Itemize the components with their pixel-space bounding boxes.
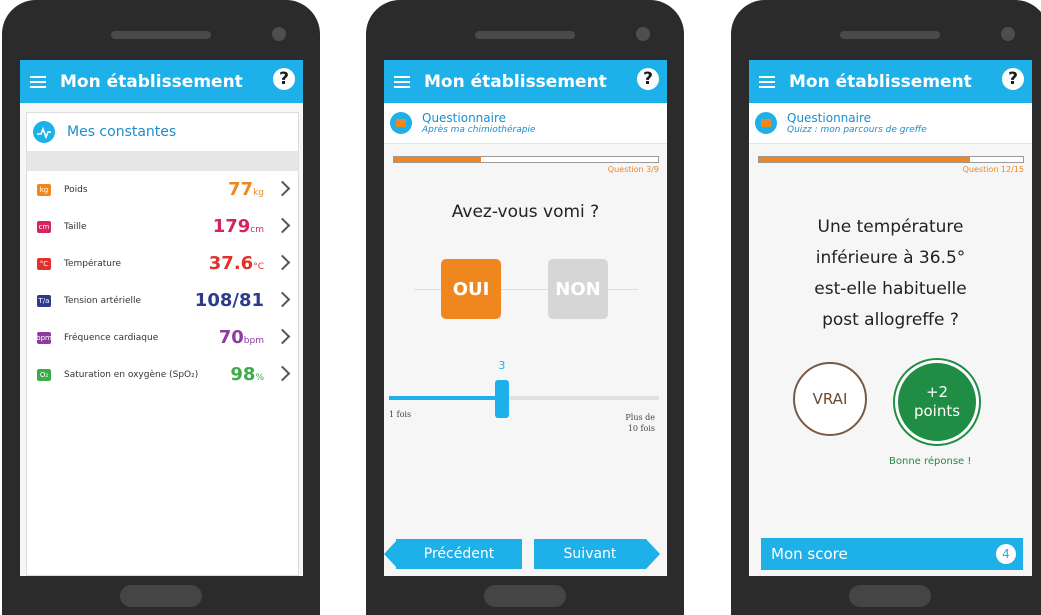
constante-row[interactable]: cm Taille 179cm [27,208,298,245]
constante-row[interactable]: °C Température 37.6°C [27,245,298,282]
app-title: Mon établissement [60,71,243,92]
home-button[interactable] [484,585,566,607]
measure-value: 70bpm [218,327,264,348]
menu-icon[interactable] [30,75,46,88]
feedback-text: Bonne réponse ! [889,456,972,467]
phone-1: Mon établissement ? Mes constantes kg Poi… [2,0,320,615]
phone-3: Mon établissement ? Questionnaire Quizz … [731,0,1041,615]
previous-button[interactable]: Précédent [396,539,522,569]
constante-row[interactable]: kg Poids 77kg [27,171,298,208]
progress-fill [759,157,971,162]
progress-fill [394,157,482,162]
quiz-header: Questionnaire Quizz : mon parcours de gr… [749,103,1032,144]
screen-constantes: Mon établissement ? Mes constantes kg Poi… [20,60,303,576]
measure-badge-icon: kg [37,183,51,196]
measure-badge-icon: O₂ [37,368,51,381]
home-button[interactable] [120,585,202,607]
yes-button[interactable]: OUI [441,259,501,319]
next-button[interactable]: Suivant [534,539,646,569]
house-icon [755,112,777,134]
menu-icon[interactable] [759,75,775,88]
slider-min-label: 1 fois [389,410,412,419]
no-button[interactable]: NON [548,259,608,319]
slider-value: 3 [498,359,506,372]
house-icon [390,112,412,134]
constante-row[interactable]: T/a Tension artérielle 108/81 [27,282,298,319]
app-bar: Mon établissement ? [749,60,1032,103]
quiz-subtitle: Quizz : mon parcours de greffe [787,124,927,135]
score-value: 4 [996,544,1016,564]
questionnaire-header: Questionnaire Après ma chimiothérapie [384,103,667,144]
measure-value: 108/81 [194,290,264,311]
chevron-right-icon[interactable] [274,328,291,345]
measure-value: 37.6°C [208,253,264,274]
section-title: Mes constantes [67,124,177,140]
question-counter: Question 3/9 [607,165,659,174]
chevron-right-icon[interactable] [274,217,291,234]
menu-icon[interactable] [394,75,410,88]
measure-badge-icon: T/a [37,294,51,307]
camera [272,27,286,41]
speaker [840,31,940,39]
app-title: Mon établissement [424,71,607,92]
measure-label: Fréquence cardiaque [64,332,159,343]
divider-band [27,151,298,171]
question-counter: Question 12/15 [962,165,1024,174]
app-bar: Mon établissement ? [384,60,667,103]
speaker [111,31,211,39]
measure-label: Poids [64,184,88,195]
slider-thumb[interactable] [495,380,510,418]
constante-row[interactable]: O₂ Saturation en oxygène (SpO₂) 98% [27,356,298,393]
screen-quiz: Mon établissement ? Questionnaire Quizz … [749,60,1032,576]
help-icon[interactable]: ? [273,68,295,90]
score-label: Mon score [771,545,848,563]
slider-max-label: Plus de 10 fois [625,413,655,433]
speaker [475,31,575,39]
screen-questionnaire: Mon établissement ? Questionnaire Après … [384,60,667,576]
constante-row[interactable]: bpm Fréquence cardiaque 70bpm [27,319,298,356]
question-text: Avez-vous vomi ? [451,202,600,222]
chevron-right-icon[interactable] [274,180,291,197]
help-icon[interactable]: ? [1002,68,1024,90]
measure-label: Température [64,258,122,269]
measure-badge-icon: bpm [36,331,52,344]
measure-value: 179cm [212,216,264,237]
camera [1001,27,1015,41]
app-bar: Mon établissement ? [20,60,303,103]
measure-badge-icon: °C [37,257,51,270]
score-bar[interactable]: Mon score 4 [761,538,1023,570]
true-button[interactable]: VRAI [793,362,867,436]
measure-label: Taille [64,221,87,232]
measure-value: 98% [230,364,264,385]
camera [636,27,650,41]
heartbeat-icon [33,121,55,143]
home-button[interactable] [849,585,931,607]
questionnaire-title: Questionnaire [422,110,507,125]
chevron-right-icon[interactable] [274,291,291,308]
measure-value: 77kg [228,179,264,200]
chevron-right-icon[interactable] [274,254,291,271]
app-title: Mon établissement [789,71,972,92]
help-icon[interactable]: ? [637,68,659,90]
measure-badge-icon: cm [37,220,51,233]
false-button-correct[interactable]: +2 points [895,360,979,444]
constantes-header: Mes constantes [27,113,298,151]
questionnaire-subtitle: Après ma chimiothérapie [422,124,536,135]
progress-bar [393,156,659,163]
measure-label: Saturation en oxygène (SpO₂) [64,369,199,380]
chevron-right-icon[interactable] [274,365,291,382]
phone-2: Mon établissement ? Questionnaire Après … [366,0,684,615]
constantes-card: Mes constantes kg Poids 77kg cm Taille 179cm °… [26,112,299,576]
quiz-title: Questionnaire [787,110,872,125]
constantes-list: kg Poids 77kg cm Taille 179cm °C Température 37.… [27,171,298,393]
quiz-question: Une température inférieure à 36.5° est-e… [814,217,967,330]
measure-label: Tension artérielle [64,295,142,306]
slider-fill [389,396,503,400]
progress-bar [758,156,1024,163]
next-arrow-icon[interactable] [646,539,660,569]
